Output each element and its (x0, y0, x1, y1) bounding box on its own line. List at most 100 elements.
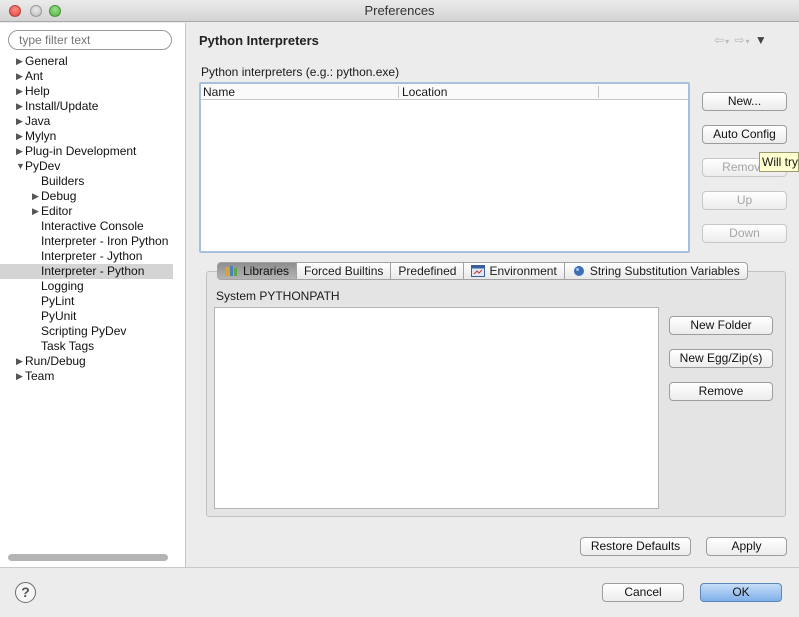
column-header-location[interactable]: Location (402, 85, 447, 99)
auto-config-button[interactable]: Auto Config (702, 125, 787, 144)
sidebar-item-mylyn[interactable]: ▶ Mylyn (0, 129, 186, 144)
sidebar-item-editor[interactable]: ▶ Editor (0, 204, 186, 219)
sidebar-item-scripting-pydev[interactable]: Scripting PyDev (0, 324, 186, 339)
sidebar-item-run-debug[interactable]: ▶ Run/Debug (0, 354, 186, 369)
collapsed-arrow-icon[interactable]: ▶ (16, 369, 23, 384)
libraries-icon (225, 265, 239, 277)
sidebar-horizontal-scrollbar[interactable] (8, 554, 168, 561)
sidebar-item-java[interactable]: ▶ Java (0, 114, 186, 129)
preferences-sidebar: ▶General▶Ant▶Help▶Install/Update▶Java▶My… (0, 23, 186, 567)
sidebar-item-label: Interpreter - Jython (41, 249, 143, 263)
sidebar-item-label: Install/Update (25, 99, 99, 113)
environment-icon (471, 265, 486, 277)
collapsed-arrow-icon[interactable]: ▶ (16, 144, 23, 159)
new-egg-zip-button[interactable]: New Egg/Zip(s) (669, 349, 773, 368)
sidebar-item-task-tags[interactable]: Task Tags (0, 339, 186, 354)
sidebar-item-interpreter-python[interactable]: Interpreter - Python (0, 264, 173, 279)
table-header: Name Location (201, 84, 688, 100)
up-button[interactable]: Up (702, 191, 787, 210)
cancel-button[interactable]: Cancel (602, 583, 684, 602)
sidebar-item-debug[interactable]: ▶ Debug (0, 189, 186, 204)
tab-label: String Substitution Variables (589, 264, 740, 278)
title-bar: Preferences (0, 0, 799, 22)
tab-bar: Libraries Forced Builtins Predefined Env… (217, 262, 748, 280)
zoom-window-button[interactable] (49, 5, 61, 17)
view-menu-icon[interactable]: ▼ (755, 33, 768, 47)
collapsed-arrow-icon[interactable]: ▶ (16, 69, 23, 84)
sidebar-item-label: General (25, 54, 68, 68)
system-pythonpath-label: System PYTHONPATH (216, 289, 340, 303)
sidebar-item-label: PyUnit (41, 309, 77, 323)
sidebar-item-team[interactable]: ▶ Team (0, 369, 186, 384)
sidebar-item-pylint[interactable]: PyLint (0, 294, 186, 309)
variables-icon (572, 265, 586, 277)
close-window-button[interactable] (9, 5, 21, 17)
sidebar-item-interactive-console[interactable]: Interactive Console (0, 219, 186, 234)
sidebar-item-label: Interpreter - Iron Python (41, 234, 169, 248)
help-icon[interactable]: ? (15, 582, 36, 603)
column-separator[interactable] (398, 86, 399, 98)
window-title: Preferences (364, 3, 435, 18)
forward-dropdown-icon[interactable]: ▾ (745, 37, 750, 46)
collapsed-arrow-icon[interactable]: ▶ (16, 129, 23, 144)
restore-defaults-button[interactable]: Restore Defaults (580, 537, 691, 556)
sidebar-item-label: PyDev (25, 159, 61, 173)
apply-button[interactable]: Apply (706, 537, 787, 556)
expanded-arrow-icon[interactable]: ▼ (16, 159, 25, 174)
sidebar-item-general[interactable]: ▶ General (0, 54, 186, 69)
footer-separator (0, 567, 799, 568)
tab-label: Forced Builtins (304, 264, 384, 278)
sidebar-item-label: Help (25, 84, 50, 98)
remove-path-button[interactable]: Remove (669, 382, 773, 401)
sidebar-item-interpreter-iron-python[interactable]: Interpreter - Iron Python (0, 234, 186, 249)
sidebar-item-label: Interactive Console (41, 219, 144, 233)
preferences-tree: ▶ General ▶ Ant ▶ Help ▶ Install/Update ▶ Java ▶ My… (0, 54, 186, 384)
sidebar-item-builders[interactable]: Builders (0, 174, 186, 189)
tooltip: Will try (759, 152, 799, 172)
new-folder-button[interactable]: New Folder (669, 316, 773, 335)
sidebar-item-label: Scripting PyDev (41, 324, 127, 338)
column-separator[interactable] (598, 86, 599, 98)
collapsed-arrow-icon[interactable]: ▶ (32, 204, 39, 219)
back-dropdown-icon[interactable]: ▾ (725, 37, 730, 46)
page-navigation: ⇦▾ ⇨▾ ▼ (714, 33, 768, 47)
collapsed-arrow-icon[interactable]: ▶ (16, 114, 23, 129)
tab-libraries[interactable]: Libraries (217, 262, 298, 280)
sidebar-item-ant[interactable]: ▶ Ant (0, 69, 186, 84)
collapsed-arrow-icon[interactable]: ▶ (16, 84, 23, 99)
sidebar-item-help[interactable]: ▶ Help (0, 84, 186, 99)
sidebar-item-label: Java (25, 114, 51, 128)
sidebar-item-plug-in-development[interactable]: ▶ Plug-in Development (0, 144, 186, 159)
sidebar-item-label: Ant (25, 69, 44, 83)
sidebar-item-label: Task Tags (41, 339, 95, 353)
down-button[interactable]: Down (702, 224, 787, 243)
sidebar-item-label: Team (25, 369, 55, 383)
back-arrow-icon[interactable]: ⇦ (714, 33, 725, 47)
minimize-window-button[interactable] (30, 5, 42, 17)
interpreters-label: Python interpreters (e.g.: python.exe) (201, 65, 400, 79)
sidebar-item-pydev[interactable]: ▼ PyDev (0, 159, 186, 174)
sidebar-item-label: Builders (41, 174, 85, 188)
new-interpreter-button[interactable]: New... (702, 92, 787, 111)
sidebar-item-install-update[interactable]: ▶ Install/Update (0, 99, 186, 114)
collapsed-arrow-icon[interactable]: ▶ (16, 99, 23, 114)
collapsed-arrow-icon[interactable]: ▶ (32, 189, 39, 204)
sidebar-item-interpreter-jython[interactable]: Interpreter - Jython (0, 249, 186, 264)
sidebar-item-label: Mylyn (25, 129, 57, 143)
tab-environment[interactable]: Environment (464, 262, 565, 280)
sidebar-item-logging[interactable]: Logging (0, 279, 186, 294)
collapsed-arrow-icon[interactable]: ▶ (16, 54, 23, 69)
sidebar-item-pyunit[interactable]: PyUnit (0, 309, 186, 324)
sidebar-item-label: Editor (41, 204, 73, 218)
tab-string-substitution[interactable]: String Substitution Variables (564, 262, 748, 280)
interpreters-table[interactable]: Name Location (199, 82, 690, 253)
collapsed-arrow-icon[interactable]: ▶ (16, 354, 23, 369)
column-header-name[interactable]: Name (203, 85, 235, 99)
system-pythonpath-list[interactable] (214, 307, 659, 509)
forward-arrow-icon[interactable]: ⇨ (734, 33, 745, 47)
sidebar-item-label: Logging (41, 279, 84, 293)
ok-button[interactable]: OK (700, 583, 782, 602)
filter-input[interactable] (8, 30, 172, 50)
tab-predefined[interactable]: Predefined (391, 262, 465, 280)
tab-forced-builtins[interactable]: Forced Builtins (297, 262, 392, 280)
